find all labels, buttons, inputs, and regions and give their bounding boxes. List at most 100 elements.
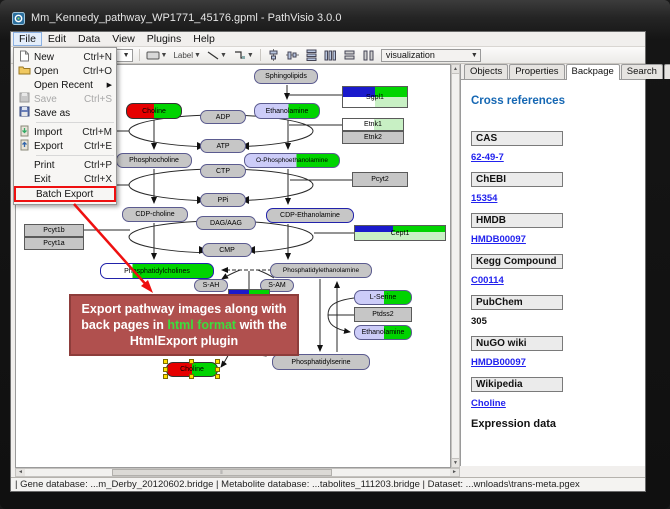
selection-handle[interactable]	[215, 367, 220, 372]
open-folder-icon	[14, 64, 34, 78]
align-center-y-icon[interactable]	[286, 49, 299, 61]
titlebar: Mm_Kennedy_pathway_WP1771_45176.gpml - P…	[12, 7, 644, 29]
menu-plugins[interactable]: Plugins	[141, 32, 187, 46]
menu-item-export[interactable]: ExportCtrl+E	[14, 139, 116, 153]
node-cmp[interactable]: CMP	[202, 243, 252, 257]
submenu-arrow-icon: ▶	[107, 81, 112, 89]
save-as-icon	[14, 106, 34, 120]
menu-data[interactable]: Data	[72, 32, 106, 46]
node-choline-top[interactable]: Choline	[126, 103, 182, 119]
node-pcyt1b[interactable]: Pcyt1b	[24, 224, 84, 237]
align-center-x-icon[interactable]	[267, 49, 280, 61]
xref-value[interactable]: HMDB00097	[471, 357, 645, 368]
menu-item-save-as[interactable]: Save as	[14, 106, 116, 120]
menu-item-open-recent[interactable]: Open Recent▶	[14, 78, 116, 92]
xref-value[interactable]: Choline	[471, 398, 645, 409]
node-phosphatidylcholines[interactable]: Phosphatidylcholines	[100, 263, 214, 279]
distribute-vertical-icon[interactable]	[305, 49, 318, 61]
node-l-serine[interactable]: L-Serine	[354, 290, 412, 305]
backpage-panel: Cross references CAS62-49-7ChEBI15354HMD…	[461, 81, 645, 466]
side-panel-tabs: ObjectsPropertiesBackpageSearchLegend	[461, 64, 645, 80]
xref-section-hmdb: HMDB HMDB00097	[471, 213, 645, 245]
datanode-tool-dropdown[interactable]: ▼	[146, 50, 168, 61]
window-frame: Mm_Kennedy_pathway_WP1771_45176.gpml - P…	[0, 0, 670, 509]
menu-item-shortcut: Ctrl+N	[83, 52, 112, 63]
selection-handle[interactable]	[163, 367, 168, 372]
connector-tool-dropdown[interactable]: ▼	[233, 50, 254, 61]
node-sgpl1[interactable]: Sgpl1	[342, 86, 408, 108]
menu-item-import[interactable]: ImportCtrl+M	[14, 125, 116, 139]
menu-item-open[interactable]: Open Ctrl+O	[14, 64, 116, 78]
selection-handle[interactable]	[215, 359, 220, 364]
selection-handle[interactable]	[163, 359, 168, 364]
line-tool-dropdown[interactable]: ▼	[207, 50, 227, 61]
menu-item-new[interactable]: NewCtrl+N	[14, 50, 116, 64]
menu-item-save[interactable]: SaveCtrl+S	[14, 92, 116, 106]
distribute-horizontal-icon[interactable]	[324, 49, 337, 61]
node-ethanolamine-right[interactable]: Ethanolamine	[354, 325, 412, 340]
node-pcyt2[interactable]: Pcyt2	[352, 172, 408, 187]
selection-handle[interactable]	[189, 359, 194, 364]
xref-header: ChEBI	[471, 172, 563, 187]
menu-item-exit[interactable]: ExitCtrl+X	[14, 172, 116, 186]
menu-item-shortcut: Ctrl+M	[82, 127, 112, 138]
node-pcyt1a[interactable]: Pcyt1a	[24, 237, 84, 250]
xref-value[interactable]: 15354	[471, 193, 645, 204]
menu-help[interactable]: Help	[187, 32, 221, 46]
menu-separator	[36, 122, 114, 123]
common-height-icon[interactable]	[362, 49, 375, 61]
node-cdp-ethanolamine[interactable]: CDP-Ethanolamine	[266, 208, 354, 223]
visualization-combobox[interactable]: visualization ▼	[381, 49, 481, 62]
node-ptdss2[interactable]: Ptdss2	[354, 307, 412, 322]
menu-item-shortcut: Ctrl+O	[83, 66, 112, 77]
tab-objects[interactable]: Objects	[464, 64, 508, 79]
tab-properties[interactable]: Properties	[509, 64, 564, 79]
tab-legend[interactable]: Legend	[664, 64, 670, 79]
menu-item-label: Exit	[34, 174, 80, 185]
node-adp[interactable]: ADP	[200, 110, 246, 124]
selection-handle[interactable]	[163, 374, 168, 379]
menu-view[interactable]: View	[106, 32, 141, 46]
node-sphingolipids[interactable]: Sphingolipids	[254, 69, 318, 84]
node-etnk1[interactable]: Etnk1	[342, 118, 404, 131]
scroll-left-icon[interactable]: ◄	[16, 469, 25, 476]
node-ethanolamine-top[interactable]: Ethanolamine	[254, 103, 320, 119]
canvas-vertical-scrollbar[interactable]: ▲ ▼	[451, 64, 460, 468]
menu-item-print[interactable]: PrintCtrl+P	[14, 158, 116, 172]
xref-section-wikipedia: WikipediaCholine	[471, 377, 645, 409]
selection-handle[interactable]	[189, 374, 194, 379]
canvas-horizontal-scrollbar[interactable]: ◄ ⦀ ►	[15, 468, 460, 477]
xref-value[interactable]: 62-49-7	[471, 152, 645, 163]
selection-handle[interactable]	[215, 374, 220, 379]
node-ppi[interactable]: PPi	[200, 193, 246, 207]
scroll-down-icon[interactable]: ▼	[452, 458, 459, 467]
menu-item-batch-export[interactable]: Batch Export	[14, 186, 116, 202]
menu-edit[interactable]: Edit	[42, 32, 72, 46]
node-phosphocholine[interactable]: Phosphocholine	[116, 153, 192, 168]
common-width-icon[interactable]	[343, 49, 356, 61]
pathvisio-app-icon	[12, 12, 25, 25]
node-cept1[interactable]: Cept1	[354, 225, 446, 241]
xref-value[interactable]: HMDB00097	[471, 234, 645, 245]
xref-section-chebi: ChEBI 15354	[471, 172, 645, 204]
node-ctp[interactable]: CTP	[200, 164, 246, 178]
tab-search[interactable]: Search	[621, 64, 663, 79]
node-phosphatidylethanolamine[interactable]: Phosphatidylethanolamine	[270, 263, 372, 278]
scrollbar-thumb[interactable]: ⦀	[112, 469, 332, 476]
annotation-callout: Export pathway images along with back pa…	[69, 294, 299, 356]
node-dag-aag[interactable]: DAG/AAG	[196, 216, 256, 230]
scroll-up-icon[interactable]: ▲	[452, 65, 459, 74]
menu-file[interactable]: File	[13, 32, 42, 46]
node-phosphatidylserine[interactable]: Phosphatidylserine	[272, 354, 370, 370]
xref-header: HMDB	[471, 213, 563, 228]
node-etnk2[interactable]: Etnk2	[342, 131, 404, 144]
node-atp[interactable]: ATP	[200, 139, 246, 153]
node-o-phosphoethanolamine[interactable]: O-Phosphoethanolamine	[244, 153, 340, 168]
scroll-right-icon[interactable]: ►	[450, 469, 459, 476]
label-tool-dropdown[interactable]: Label▼	[173, 51, 201, 60]
tab-backpage[interactable]: Backpage	[566, 64, 620, 80]
node-cdp-choline[interactable]: CDP-choline	[122, 207, 188, 222]
node-s-ah[interactable]: S-AH	[194, 279, 228, 292]
xref-value[interactable]: C00114	[471, 275, 645, 286]
menu-item-label: Open	[34, 66, 79, 77]
